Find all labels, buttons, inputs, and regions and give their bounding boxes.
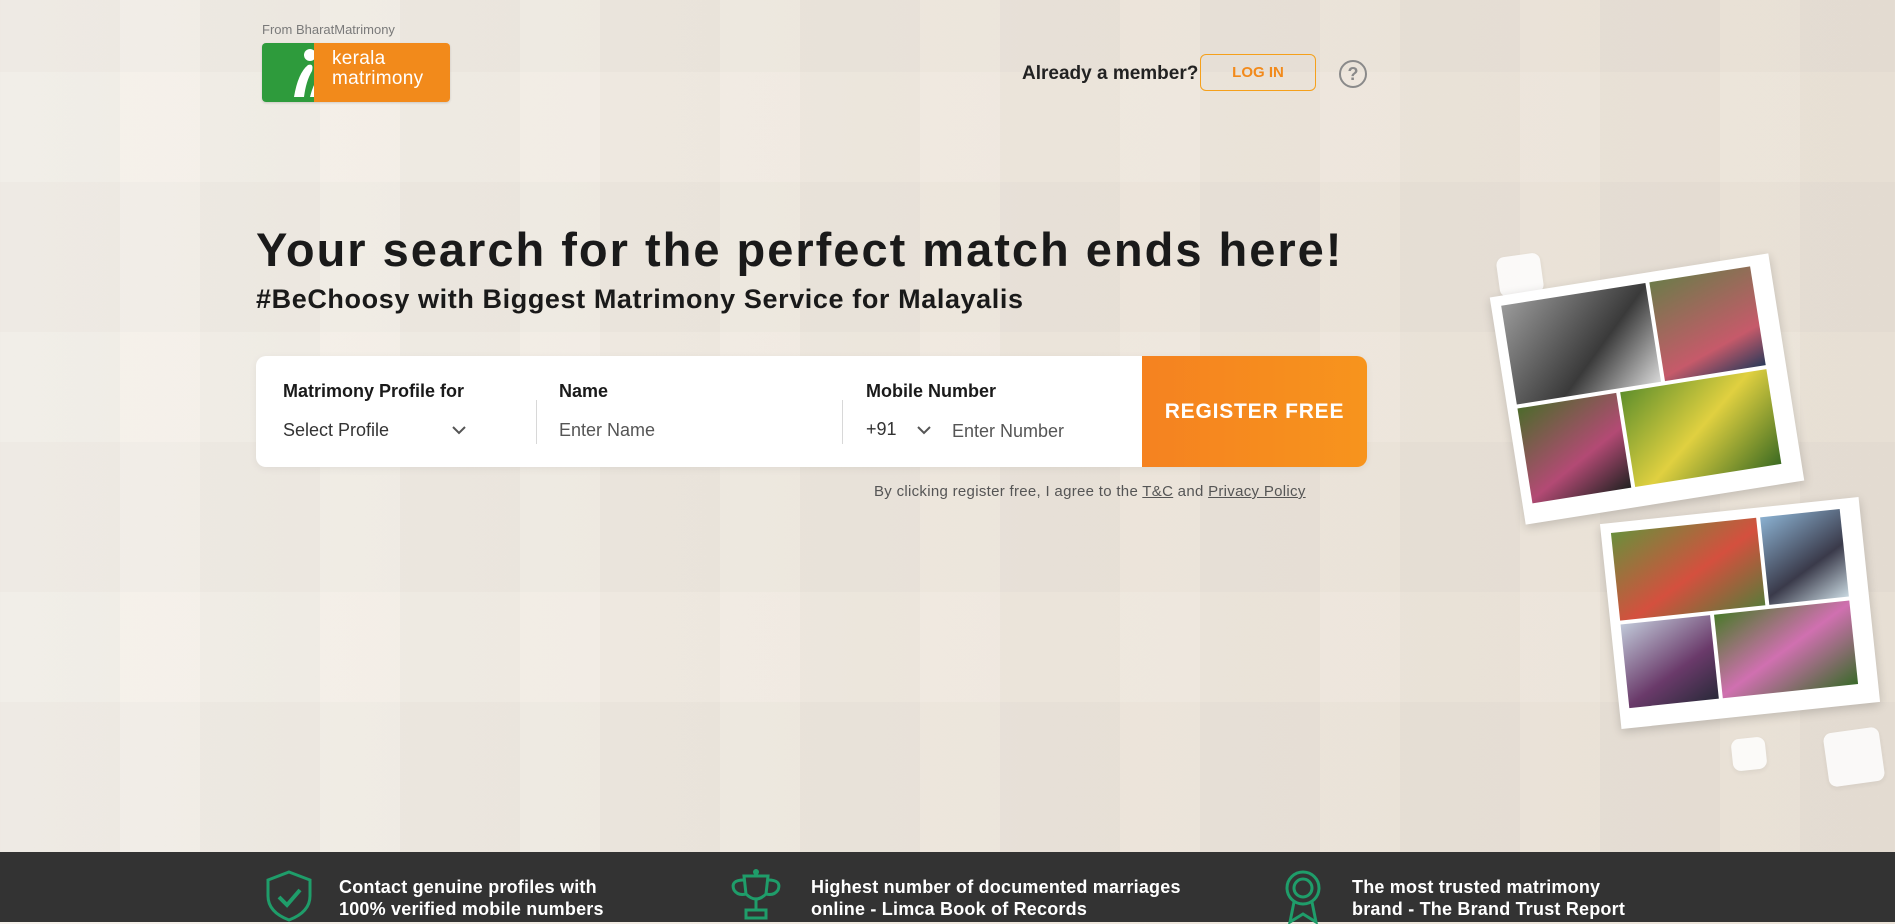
logo-text-matrimony: matrimony xyxy=(332,68,424,89)
profile-select[interactable]: Select Profile xyxy=(283,416,473,446)
feature-brand-trust-line1: The most trusted matrimony xyxy=(1352,877,1601,897)
hero-headline: Your search for the perfect match ends h… xyxy=(256,223,1344,276)
decor-square xyxy=(1730,736,1768,772)
logo-text-kerala: kerala xyxy=(332,48,386,69)
feature-brand-trust: The most trusted matrimony brand - The B… xyxy=(1352,876,1625,920)
already-member-text: Already a member? xyxy=(1022,63,1199,84)
mobile-input[interactable] xyxy=(952,419,1122,443)
couple-photo xyxy=(1501,282,1662,405)
feature-limca-line2: online - Limca Book of Records xyxy=(811,899,1088,919)
shield-check-icon xyxy=(266,870,312,922)
trophy-icon xyxy=(731,869,781,920)
chevron-down-icon xyxy=(917,426,931,435)
terms-and: and xyxy=(1177,483,1204,500)
couple-photo xyxy=(1610,517,1766,621)
terms-notice: By clicking register free, I agree to th… xyxy=(874,483,1306,500)
privacy-policy-link[interactable]: Privacy Policy xyxy=(1208,483,1306,500)
decor-square xyxy=(1822,726,1886,788)
feature-brand-trust-line2: brand - The Brand Trust Report xyxy=(1352,899,1626,919)
couple-photo xyxy=(1620,369,1782,488)
login-button[interactable]: LOG IN xyxy=(1200,54,1316,91)
name-input[interactable] xyxy=(559,418,819,442)
couple-photo xyxy=(1517,392,1632,504)
couple-photo xyxy=(1760,509,1849,605)
field-divider xyxy=(842,400,843,444)
couple-photo-collage xyxy=(1599,496,1881,730)
registration-form: Matrimony Profile for Select Profile Nam… xyxy=(256,356,1367,467)
couple-photo xyxy=(1649,266,1766,382)
award-badge-icon xyxy=(1285,870,1321,924)
question-icon[interactable]: ? xyxy=(1339,60,1367,88)
kerala-matrimony-logo[interactable]: kerala matrimony xyxy=(262,43,450,102)
feature-limca-line1: Highest number of documented marriages xyxy=(811,877,1181,897)
couple-photo-collage xyxy=(1489,253,1805,525)
profile-select-value: Select Profile xyxy=(283,420,390,440)
feature-verified-line2: 100% verified mobile numbers xyxy=(339,899,604,919)
field-divider xyxy=(536,400,537,444)
logo-orange-block: kerala matrimony xyxy=(314,43,450,102)
country-code-select[interactable]: +91 xyxy=(866,416,936,446)
mobile-label: Mobile Number xyxy=(866,381,997,401)
name-label: Name xyxy=(559,381,609,401)
terms-prefix: By clicking register free, I agree to th… xyxy=(874,483,1139,500)
couple-photo xyxy=(1714,600,1859,699)
from-bharatmatrimony-text: From BharatMatrimony xyxy=(262,22,395,37)
feature-verified: Contact genuine profiles with 100% verif… xyxy=(339,876,604,920)
feature-verified-line1: Contact genuine profiles with xyxy=(339,877,597,897)
register-free-button[interactable]: REGISTER FREE xyxy=(1142,356,1367,467)
profile-for-label: Matrimony Profile for xyxy=(283,381,465,401)
feature-limca: Highest number of documented marriages o… xyxy=(811,876,1181,920)
tc-link[interactable]: T&C xyxy=(1142,483,1173,500)
hero-subheadline: #BeChoosy with Biggest Matrimony Service… xyxy=(256,284,1024,314)
country-code-value: +91 xyxy=(866,419,897,439)
couple-photo xyxy=(1620,615,1719,709)
chevron-down-icon xyxy=(452,426,466,435)
